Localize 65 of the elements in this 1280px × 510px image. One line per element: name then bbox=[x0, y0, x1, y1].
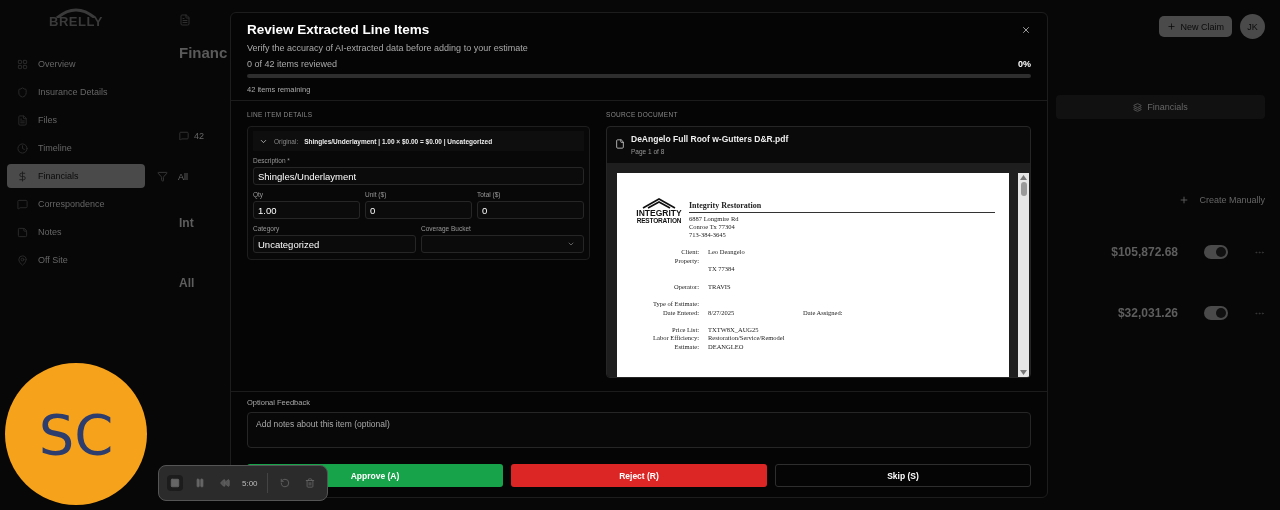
input-field[interactable]: 0 bbox=[365, 201, 472, 219]
reject-button[interactable]: Reject (R) bbox=[511, 464, 767, 487]
amount: $32,031.26 bbox=[1117, 306, 1178, 320]
scroll-thumb[interactable] bbox=[1020, 182, 1027, 196]
nav-icon bbox=[17, 254, 28, 266]
input-field[interactable]: Uncategorized bbox=[253, 235, 416, 253]
file-name: DeAngelo Full Roof w-Gutters D&R.pdf bbox=[631, 133, 789, 144]
avatar-initials: SC bbox=[38, 401, 114, 467]
sidebar-item[interactable]: Timeline bbox=[7, 136, 145, 160]
page-title: Financ bbox=[179, 44, 229, 61]
input-field[interactable]: Shingles/Underlayment bbox=[253, 167, 584, 185]
scrollbar[interactable] bbox=[1018, 173, 1029, 377]
close-button[interactable] bbox=[1021, 24, 1031, 35]
trash-icon bbox=[304, 478, 315, 488]
company-name: Integrity Restoration bbox=[689, 201, 995, 213]
nav-icon bbox=[17, 58, 28, 70]
toggle[interactable] bbox=[1204, 245, 1228, 259]
nav-icon bbox=[17, 114, 28, 126]
sidebar-item[interactable]: Notes bbox=[7, 220, 145, 244]
chevron-icon bbox=[567, 240, 575, 248]
sidebar-item[interactable]: Files bbox=[7, 108, 145, 132]
nav-icon bbox=[17, 198, 28, 210]
sidebar-item[interactable]: Correspondence bbox=[7, 192, 145, 216]
scroll-up-icon[interactable] bbox=[1020, 175, 1027, 180]
amount: $105,872.68 bbox=[1111, 245, 1178, 259]
plus-icon bbox=[1179, 195, 1190, 205]
nav-icon bbox=[17, 226, 28, 238]
sidebar-item[interactable]: Financials bbox=[7, 164, 145, 188]
plus-icon bbox=[1167, 22, 1177, 31]
roof-icon bbox=[641, 197, 677, 209]
select-field[interactable] bbox=[421, 235, 584, 253]
rewind-icon bbox=[220, 478, 230, 488]
item-count: 42 bbox=[194, 131, 204, 141]
user-avatar[interactable]: JK bbox=[1240, 14, 1265, 39]
file-icon bbox=[615, 139, 625, 149]
nav-icon bbox=[17, 142, 28, 154]
document-icon bbox=[179, 14, 191, 26]
sidebar-item[interactable]: Overview bbox=[7, 52, 145, 76]
stop-button[interactable] bbox=[167, 475, 183, 491]
restart-icon bbox=[279, 478, 290, 488]
logo-text: INTEGRITY bbox=[636, 209, 682, 218]
pause-icon bbox=[195, 478, 205, 488]
nav-icon bbox=[17, 170, 28, 182]
stop-icon bbox=[170, 478, 180, 488]
row-name: Int bbox=[179, 216, 195, 230]
skip-button[interactable]: Skip (S) bbox=[775, 464, 1031, 487]
sidebar-item[interactable]: Insurance Details bbox=[7, 80, 145, 104]
sidebar-item[interactable]: Off Site bbox=[7, 248, 145, 272]
nav-icon bbox=[17, 86, 28, 98]
progress-label: 0 of 42 items reviewed bbox=[247, 59, 338, 69]
input-field[interactable]: 1.00 bbox=[253, 201, 360, 219]
dialog-subtitle: Verify the accuracy of AI-extracted data before adding to your estimate bbox=[247, 43, 529, 53]
create-manually-link[interactable]: Create Manually bbox=[1179, 195, 1265, 205]
toggle[interactable] bbox=[1204, 306, 1228, 320]
dialog-title: Review Extracted Line Items bbox=[247, 22, 430, 37]
feedback-field[interactable]: Add notes about this item (optional) bbox=[247, 412, 1031, 448]
filter-icon[interactable] bbox=[157, 171, 168, 182]
row-name: All bbox=[179, 276, 196, 290]
layers-icon bbox=[1133, 102, 1143, 112]
financials-tab[interactable]: Financials bbox=[1056, 95, 1265, 119]
comment-icon bbox=[179, 131, 189, 141]
input-field[interactable]: 0 bbox=[477, 201, 584, 219]
filter-label[interactable]: All bbox=[178, 171, 188, 182]
progress-percent: 0% bbox=[1018, 59, 1031, 69]
scroll-down-icon[interactable] bbox=[1020, 370, 1027, 375]
